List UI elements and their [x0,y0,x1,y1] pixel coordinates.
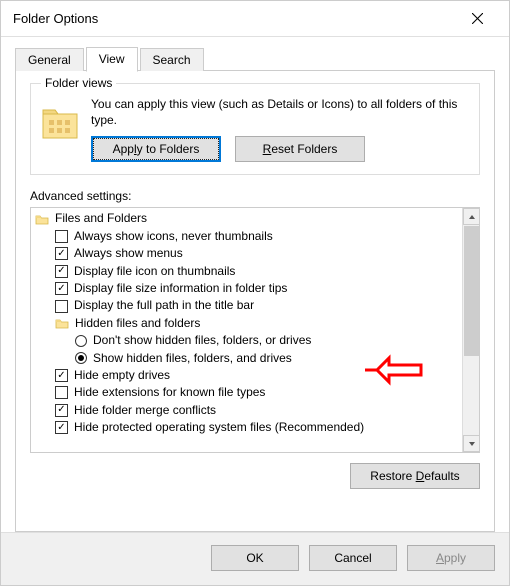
checkbox-icon: ✓ [55,265,68,278]
apply-to-folders-button[interactable]: Apply to Folders [91,136,221,162]
option-show-hidden[interactable]: Show hidden files, folders, and drives [35,350,462,367]
tab-general[interactable]: General [15,48,84,71]
cancel-button[interactable]: Cancel [309,545,397,571]
advanced-settings-label: Advanced settings: [30,189,480,203]
restore-defaults-button[interactable]: Restore Defaults [350,463,480,489]
checkbox-icon [55,386,68,399]
option-hide-empty-drives[interactable]: ✓Hide empty drives [35,367,462,384]
folder-views-legend: Folder views [41,76,116,90]
scroll-up-button[interactable] [463,208,480,225]
checkbox-icon: ✓ [55,369,68,382]
folder-options-window: Folder Options General View Search Folde… [0,0,510,586]
tab-search[interactable]: Search [140,48,204,71]
ok-button[interactable]: OK [211,545,299,571]
dialog-footer: OK Cancel Apply [1,532,509,585]
folder-mini-icon [35,213,49,225]
chevron-up-icon [469,215,475,219]
tree-group-hidden-files: Hidden files and folders [35,315,462,332]
option-display-file-icon-thumbnails[interactable]: ✓Display file icon on thumbnails [35,263,462,280]
option-dont-show-hidden[interactable]: Don't show hidden files, folders, or dri… [35,332,462,349]
option-display-full-path[interactable]: Display the full path in the title bar [35,297,462,314]
checkbox-icon: ✓ [55,404,68,417]
window-title: Folder Options [13,11,98,26]
checkbox-icon: ✓ [55,421,68,434]
option-hide-protected-os-files[interactable]: ✓Hide protected operating system files (… [35,419,462,436]
checkbox-icon [55,230,68,243]
checkbox-icon: ✓ [55,282,68,295]
option-always-show-menus[interactable]: ✓Always show menus [35,245,462,262]
reset-folders-button[interactable]: Reset Folders [235,136,365,162]
tree-group-files-folders: Files and Folders [35,210,462,227]
tab-view[interactable]: View [86,47,138,72]
tab-view-panel: Folder views [15,70,495,532]
folder-mini-icon [55,317,69,329]
close-button[interactable] [457,1,497,36]
option-display-file-size-tips[interactable]: ✓Display file size information in folder… [35,280,462,297]
checkbox-icon: ✓ [55,247,68,260]
apply-button[interactable]: Apply [407,545,495,571]
folder-views-description: You can apply this view (such as Details… [91,96,469,128]
close-icon [472,13,483,24]
radio-icon [75,352,87,364]
tab-strip: General View Search [15,47,495,71]
option-hide-extensions[interactable]: Hide extensions for known file types [35,384,462,401]
folder-views-group: Folder views [30,83,480,175]
option-hide-folder-merge[interactable]: ✓Hide folder merge conflicts [35,402,462,419]
radio-icon [75,335,87,347]
scroll-thumb[interactable] [464,226,479,356]
scroll-down-button[interactable] [463,435,480,452]
folder-icon [41,100,79,142]
chevron-down-icon [469,442,475,446]
option-always-show-icons[interactable]: Always show icons, never thumbnails [35,228,462,245]
advanced-settings-tree: Files and Folders Always show icons, nev… [30,207,480,453]
tree-scrollbar[interactable] [462,208,479,452]
titlebar: Folder Options [1,1,509,37]
checkbox-icon [55,300,68,313]
